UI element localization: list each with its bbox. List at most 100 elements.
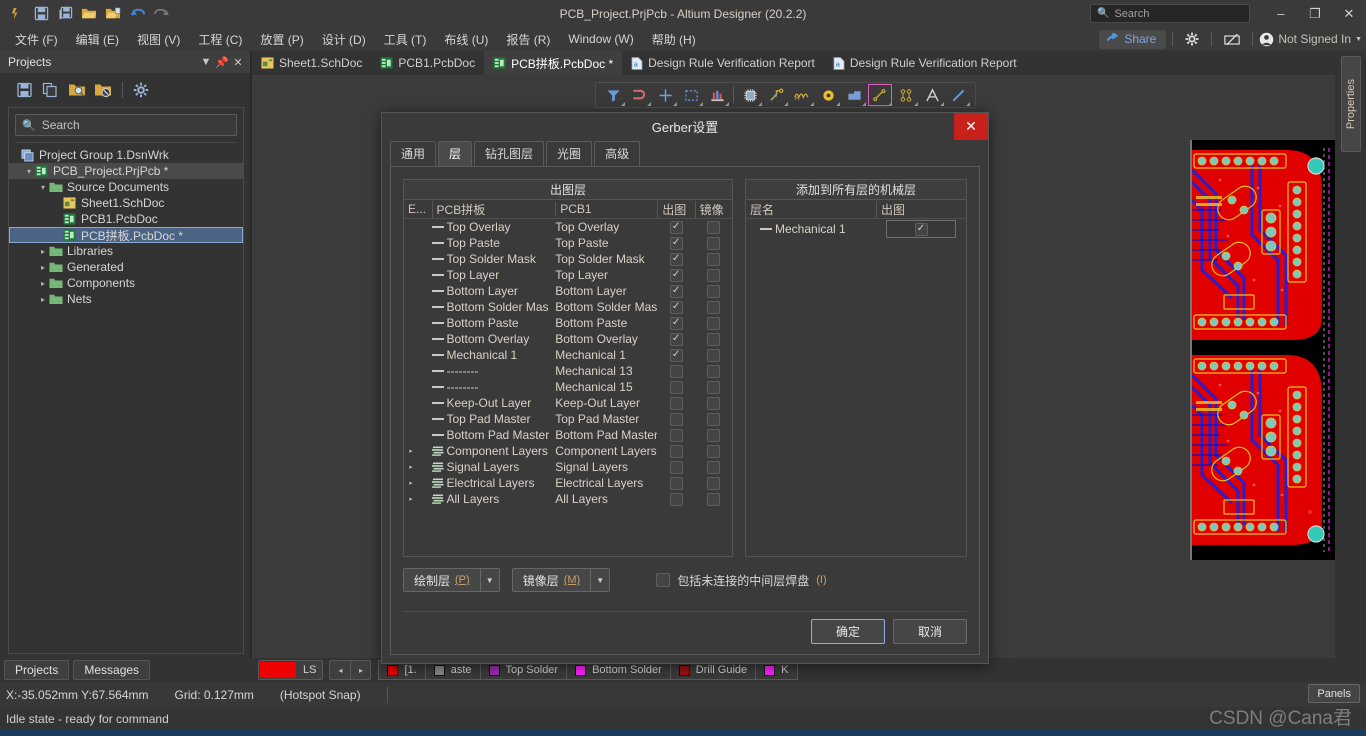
differential-pair-icon[interactable] [789, 83, 815, 107]
mirror-checkbox[interactable] [707, 397, 720, 410]
pcb-board-preview[interactable] [1190, 140, 1335, 560]
mirror-checkbox[interactable] [707, 493, 720, 506]
mirror-checkbox[interactable] [707, 445, 720, 458]
project-tree-item[interactable]: ▸Nets [9, 291, 243, 307]
col-header-pcb-panel[interactable]: PCB拼板 [432, 201, 556, 218]
close-icon[interactable]: ✕ [230, 56, 246, 69]
maximize-button[interactable]: ❐ [1298, 0, 1332, 27]
plot-layer-row[interactable]: Top PasteTop Paste [404, 235, 732, 251]
save-icon[interactable] [30, 3, 52, 24]
col-header-extended[interactable]: E... [404, 202, 432, 216]
document-tab[interactable]: aDesign Rule Verification Report [824, 51, 1026, 75]
plot-layer-row[interactable]: Bottom PasteBottom Paste [404, 315, 732, 331]
mirror-checkbox[interactable] [707, 269, 720, 282]
project-tree-item[interactable]: PCB1.PcbDoc [9, 211, 243, 227]
row-expand-arrow[interactable]: ▸ [404, 463, 418, 471]
menu-design[interactable]: 设计 (D) [313, 28, 375, 51]
mirror-checkbox[interactable] [707, 333, 720, 346]
plot-checkbox[interactable] [670, 397, 683, 410]
col-header-plot[interactable]: 出图 [657, 201, 694, 218]
plot-checkbox[interactable] [670, 269, 683, 282]
mechanical-plot-checkbox[interactable] [915, 223, 928, 236]
col-header-mirror[interactable]: 镜像 [695, 201, 732, 218]
tree-expand-arrow[interactable]: ▸ [37, 295, 49, 304]
share-button[interactable]: Share [1099, 30, 1166, 49]
properties-panel-tab[interactable]: Properties [1341, 56, 1361, 152]
active-layer-indicator[interactable]: LS [258, 660, 323, 680]
dialog-tab[interactable]: 钻孔图层 [474, 141, 544, 166]
close-window-button[interactable]: ✕ [1332, 0, 1366, 27]
menu-edit[interactable]: 编辑 (E) [67, 28, 128, 51]
plot-layer-row[interactable]: Bottom Pad MasterBottom Pad Master [404, 427, 732, 443]
mirror-checkbox[interactable] [707, 253, 720, 266]
undo-icon[interactable] [126, 3, 148, 24]
plot-layer-row[interactable]: ▸Signal LayersSignal Layers [404, 459, 732, 475]
plot-checkbox[interactable] [670, 477, 683, 490]
document-tab[interactable]: PCB拼板.PcbDoc * [484, 51, 622, 75]
plot-layer-row[interactable]: Bottom LayerBottom Layer [404, 283, 732, 299]
open-project-icon[interactable] [102, 3, 124, 24]
plot-checkbox[interactable] [670, 461, 683, 474]
mirror-layers-split-button[interactable]: 镜像层 (M) ▼ [512, 568, 611, 592]
layer-stack-icon[interactable] [704, 83, 730, 107]
tree-expand-arrow[interactable]: ▸ [37, 263, 49, 272]
mechanical-plot-cell[interactable] [886, 220, 956, 238]
filter-icon[interactable] [600, 83, 626, 107]
select-area-icon[interactable] [678, 83, 704, 107]
menu-reports[interactable]: 报告 (R) [497, 28, 559, 51]
panel-tab-projects[interactable]: Projects [4, 660, 69, 680]
plot-checkbox[interactable] [670, 413, 683, 426]
plot-layers-button[interactable]: 绘制层 (P) [403, 568, 480, 592]
gear-icon[interactable] [133, 82, 151, 98]
gear-icon[interactable] [1179, 32, 1205, 46]
mirror-checkbox[interactable] [707, 285, 720, 298]
include-unconnected-pads-option[interactable]: 包括未连接的中间层焊盘 (I) [656, 572, 826, 589]
project-tree-item[interactable]: Sheet1.SchDoc [9, 195, 243, 211]
dialog-tab[interactable]: 高级 [594, 141, 640, 166]
panels-button[interactable]: Panels [1308, 684, 1360, 703]
mirror-checkbox[interactable] [707, 461, 720, 474]
plot-layer-row[interactable]: ▸Component LayersComponent Layers [404, 443, 732, 459]
row-expand-arrow[interactable]: ▸ [404, 447, 418, 455]
plot-layer-row[interactable]: --------Mechanical 13 [404, 363, 732, 379]
tree-expand-arrow[interactable]: ▸ [37, 247, 49, 256]
dialog-tab[interactable]: 层 [438, 141, 472, 166]
dialog-tab[interactable]: 光圈 [546, 141, 592, 166]
plot-checkbox[interactable] [670, 237, 683, 250]
cancel-button[interactable]: 取消 [893, 619, 967, 644]
pin-icon[interactable]: 📌 [214, 56, 230, 69]
plot-checkbox[interactable] [670, 349, 683, 362]
minimize-button[interactable]: – [1264, 0, 1298, 27]
menu-window[interactable]: Window (W) [559, 29, 642, 49]
plot-checkbox[interactable] [670, 381, 683, 394]
col-header-pcb1[interactable]: PCB1 [555, 202, 657, 216]
mirror-checkbox[interactable] [707, 221, 720, 234]
plot-layer-row[interactable]: Top LayerTop Layer [404, 267, 732, 283]
component-icon[interactable] [737, 83, 763, 107]
menu-route[interactable]: 布线 (U) [435, 28, 497, 51]
project-tree-item[interactable]: ▾PCB_Project.PrjPcb * [9, 163, 243, 179]
plot-checkbox[interactable] [670, 317, 683, 330]
mirror-checkbox[interactable] [707, 381, 720, 394]
project-tree-item[interactable]: ▸Components [9, 275, 243, 291]
route-icon[interactable] [763, 83, 789, 107]
mirror-checkbox[interactable] [707, 317, 720, 330]
project-tree-item[interactable]: PCB拼板.PcbDoc * [9, 227, 243, 243]
layer-prev-button[interactable]: ◂ [330, 661, 350, 679]
row-expand-arrow[interactable]: ▸ [404, 495, 418, 503]
plot-layers-dropdown-arrow[interactable]: ▼ [480, 568, 500, 592]
dimension-icon[interactable] [893, 83, 919, 107]
mirror-checkbox[interactable] [707, 237, 720, 250]
plot-layer-row[interactable]: --------Mechanical 15 [404, 379, 732, 395]
open-folder-icon[interactable] [78, 3, 100, 24]
plot-checkbox[interactable] [670, 253, 683, 266]
document-tab[interactable]: aDesign Rule Verification Report [622, 51, 824, 75]
save-icon[interactable] [16, 82, 34, 98]
document-tab[interactable]: Sheet1.SchDoc [252, 51, 371, 75]
plot-layer-row[interactable]: Bottom OverlayBottom Overlay [404, 331, 732, 347]
plot-checkbox[interactable] [670, 445, 683, 458]
menu-project[interactable]: 工程 (C) [189, 28, 251, 51]
menu-help[interactable]: 帮助 (H) [643, 28, 705, 51]
plot-layer-row[interactable]: Keep-Out LayerKeep-Out Layer [404, 395, 732, 411]
tree-expand-arrow[interactable]: ▾ [23, 167, 35, 176]
